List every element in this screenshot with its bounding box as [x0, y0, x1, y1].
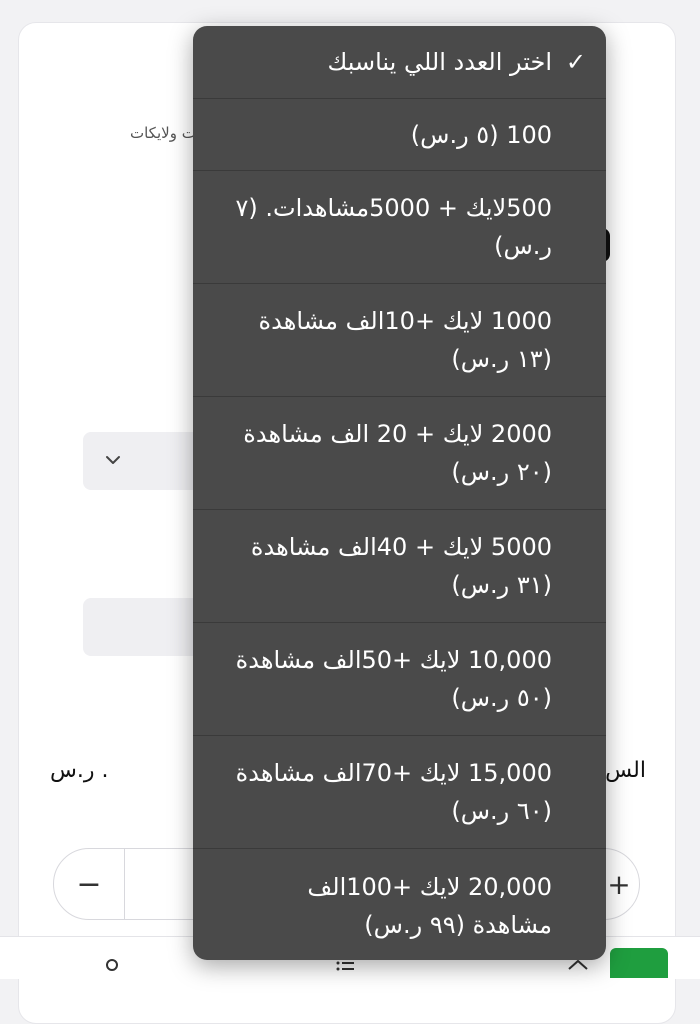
menu-item-label: 5000 لايك + 40الف مشاهدة (٣١ ر.س) — [250, 533, 552, 599]
menu-item-label: 500لايك + 5000مشاهدات. (٧ ر.س) — [235, 194, 552, 260]
menu-item-label: اختر العدد اللي يناسبك — [327, 48, 552, 76]
menu-item-10000[interactable]: 10,000 لايك +50الف مشاهدة (٥٠ ر.س) — [193, 623, 606, 736]
price-text: . ر.س — [50, 758, 109, 783]
decrease-button[interactable]: − — [54, 849, 125, 919]
menu-item-label: 100 (٥ ر.س) — [410, 120, 552, 149]
menu-item-100[interactable]: 100 (٥ ر.س) — [193, 99, 606, 171]
user-icon[interactable] — [100, 957, 124, 981]
list-icon[interactable] — [334, 957, 358, 981]
quantity-dropdown-menu: ✓ اختر العدد اللي يناسبك 100 (٥ ر.س) 500… — [193, 26, 606, 960]
menu-item-label: 10,000 لايك +50الف مشاهدة (٥٠ ر.س) — [235, 646, 552, 712]
menu-item-label: 15,000 لايك +70الف مشاهدة (٦٠ ر.س) — [235, 759, 552, 825]
price-label: الس — [606, 758, 646, 783]
menu-item-label: 1000 لايك +10الف مشاهدة (١٣ ر.س) — [258, 307, 552, 373]
menu-item-2000[interactable]: 2000 لايك + 20 الف مشاهدة (٢٠ ر.س) — [193, 397, 606, 510]
check-icon: ✓ — [565, 48, 586, 76]
menu-item-label: 2000 لايك + 20 الف مشاهدة (٢٠ ر.س) — [243, 420, 552, 486]
menu-item-20000[interactable]: 20,000 لايك +100الف مشاهدة (٩٩ ر.س) — [193, 849, 606, 960]
menu-item-5000[interactable]: 5000 لايك + 40الف مشاهدة (٣١ ر.س) — [193, 510, 606, 623]
text-field[interactable] — [83, 598, 203, 656]
chevron-down-icon — [106, 456, 120, 464]
brand-badge — [610, 948, 668, 978]
menu-item-1000[interactable]: 1000 لايك +10الف مشاهدة (١٣ ر.س) — [193, 284, 606, 397]
menu-item-15000[interactable]: 15,000 لايك +70الف مشاهدة (٦٠ ر.س) — [193, 736, 606, 849]
home-icon[interactable] — [566, 957, 590, 981]
quantity-select[interactable] — [83, 432, 203, 490]
menu-item-500[interactable]: 500لايك + 5000مشاهدات. (٧ ر.س) — [193, 171, 606, 284]
menu-item-default[interactable]: ✓ اختر العدد اللي يناسبك — [193, 26, 606, 99]
field-label: ات ولايكات — [129, 124, 200, 142]
menu-item-label: 20,000 لايك +100الف مشاهدة (٩٩ ر.س) — [307, 872, 552, 939]
